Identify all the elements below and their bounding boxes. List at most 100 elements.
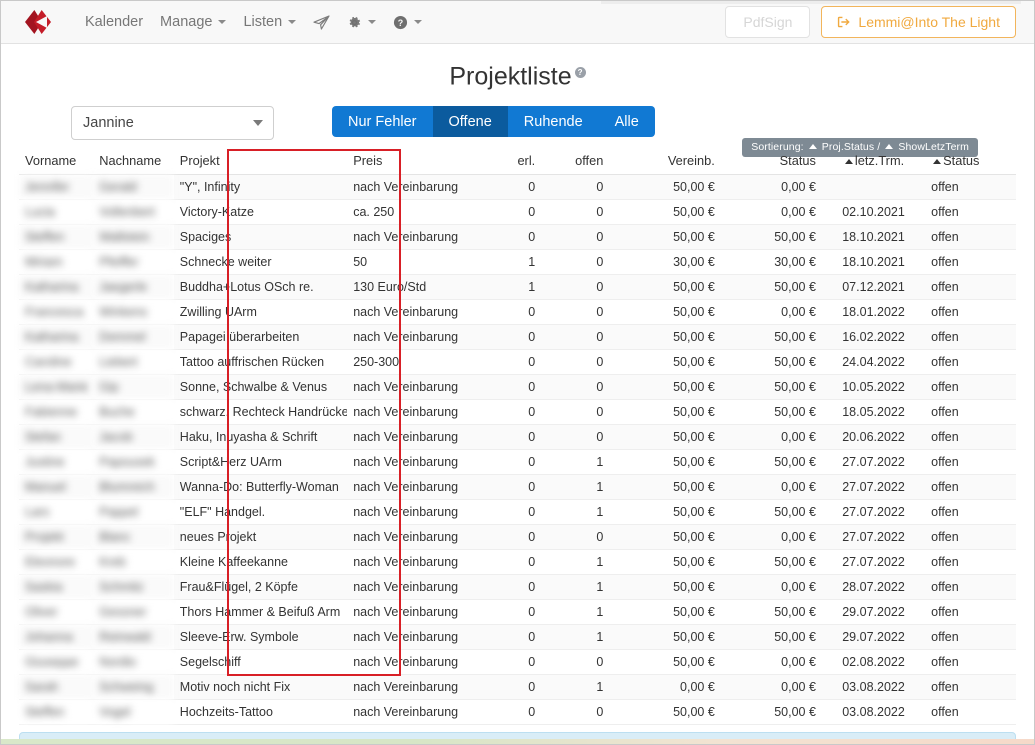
column-header-status[interactable]: Status: [720, 149, 822, 176]
cell-preis: nach Vereinbarung: [347, 499, 484, 526]
cell-erl: 0: [483, 224, 542, 251]
cell-vorname: Saskia: [19, 574, 94, 601]
table-row[interactable]: Giuseppe Nordio Segelschiff nach Vereinbaru…: [19, 649, 1016, 676]
chevron-down-icon: [218, 20, 227, 24]
project-table-zone: Vorname Nachname Projekt Preis erl. offe…: [19, 149, 1016, 726]
cell-preis: nach Vereinbarung: [347, 549, 484, 576]
filter-ruhende[interactable]: Ruhende: [507, 106, 599, 138]
cell-status: 50,00 €: [720, 324, 822, 351]
column-header-status-word[interactable]: Status: [925, 149, 1016, 176]
cell-projekt: Spaciges: [173, 224, 348, 251]
cell-erl: 0: [483, 699, 542, 726]
column-header-offen[interactable]: offen: [541, 149, 610, 176]
table-row[interactable]: Francesca Winkens Zwilling UArm nach Verein…: [19, 299, 1016, 326]
cell-offen: 0: [541, 399, 610, 426]
cell-status-word: offen: [925, 524, 1016, 551]
column-header-letztrm-label: letz.Trm.: [854, 153, 905, 169]
cell-offen: 1: [541, 499, 610, 526]
cell-preis: nach Vereinbarung: [347, 424, 484, 451]
column-header-preis[interactable]: Preis: [347, 149, 484, 176]
table-row[interactable]: Justine Papousek Script&Herz UArm nach Vere…: [19, 449, 1016, 476]
table-row[interactable]: Fabienne Buche schwarz. Rechteck Handrücke…: [19, 399, 1016, 426]
cell-erl: 0: [483, 324, 542, 351]
cell-nachname: Blumreich: [93, 474, 174, 501]
cell-offen: 0: [541, 424, 610, 451]
nav-item-listen[interactable]: Listen: [243, 14, 297, 30]
cell-vereinb: 50,00 €: [609, 399, 721, 426]
top-navbar: Kalender Manage Listen ? PdfSign Lemmi@I…: [1, 1, 1034, 44]
table-row[interactable]: Sarah Schweing Motiv noch nicht Fix nach Ve…: [19, 674, 1016, 701]
paper-plane-icon[interactable]: [313, 14, 330, 30]
cell-status: 50,00 €: [720, 624, 822, 651]
column-header-vorname[interactable]: Vorname: [19, 149, 94, 176]
cell-projekt: Kleine Kaffeekanne: [173, 549, 348, 576]
table-row[interactable]: Projekt Blanc neues Projekt nach Vereinbaru…: [19, 524, 1016, 551]
column-header-projekt[interactable]: Projekt: [173, 149, 348, 176]
cell-letztrm: 27.07.2022: [821, 524, 926, 551]
cell-vorname: Francesca: [19, 299, 94, 326]
user-account-label: Lemmi@Into The Light: [858, 14, 1000, 30]
table-row[interactable]: Katharina Demmel Papagei überarbeiten nach …: [19, 324, 1016, 351]
cell-status-word: offen: [925, 324, 1016, 351]
cell-preis: nach Vereinbarung: [347, 474, 484, 501]
cell-nachname: Gerald: [93, 174, 174, 201]
table-row[interactable]: Steffen Wallstein Spaciges nach Vereinbarun…: [19, 224, 1016, 251]
cell-vereinb: 50,00 €: [609, 574, 721, 601]
table-row[interactable]: Steffen Vogel Hochzeits-Tattoo nach Vereinb…: [19, 699, 1016, 726]
cell-preis: nach Vereinbarung: [347, 224, 484, 251]
question-circle-icon[interactable]: ?: [393, 15, 423, 30]
column-header-nachname[interactable]: Nachname: [93, 149, 174, 176]
cell-letztrm: 20.06.2022: [821, 424, 926, 451]
cell-letztrm: 03.08.2022: [821, 674, 926, 701]
nav-item-manage[interactable]: Manage: [160, 14, 227, 30]
pdfsign-button[interactable]: PdfSign: [725, 6, 811, 38]
table-row[interactable]: Katharina Jaegerle Buddha+Lotus OSch re. 13…: [19, 274, 1016, 301]
cell-erl: 0: [483, 374, 542, 401]
table-row[interactable]: Lars Pappel "ELF" Handgel. nach Vereinbarun…: [19, 499, 1016, 526]
cell-nachname: Blanc: [93, 524, 174, 551]
table-row[interactable]: Lucia Vollenbert Victory-Katze ca. 250 0 0 50,…: [19, 199, 1016, 226]
column-header-letztrm[interactable]: letz.Trm.: [821, 149, 926, 176]
table-row[interactable]: Saskia Schmitz Frau&Flügel, 2 Köpfe nach Ve…: [19, 574, 1016, 601]
table-row[interactable]: Miriam Pfeiffer Schnecke weiter 50 1 0 30,00 €…: [19, 249, 1016, 276]
cell-vorname: Miriam: [19, 249, 94, 276]
cell-vorname: Jennifer: [19, 174, 94, 201]
cell-erl: 0: [483, 174, 542, 201]
question-circle-glyph: ?: [394, 15, 408, 29]
table-row[interactable]: Manuel Blumreich Wanna-Do: Butterfly-Woman…: [19, 474, 1016, 501]
table-row[interactable]: Caroline Liebert Tattoo auffrischen Rücken…: [19, 349, 1016, 376]
cell-status-word: offen: [925, 599, 1016, 626]
column-header-erl[interactable]: erl.: [483, 149, 542, 176]
cell-status-word: offen: [925, 374, 1016, 401]
diamond-logo[interactable]: [25, 7, 59, 37]
table-row[interactable]: Oliver Gessner Thors Hammer & Beifuß Arm na…: [19, 599, 1016, 626]
table-row[interactable]: Eleonore Kreb Kleine Kaffeekanne nach Verei…: [19, 549, 1016, 576]
filter-nur-fehler[interactable]: Nur Fehler: [332, 106, 433, 138]
page-title: Projektliste?: [19, 56, 1016, 93]
help-circle-icon[interactable]: ?: [574, 56, 586, 90]
cell-offen: 0: [541, 274, 610, 301]
cell-vereinb: 30,00 €: [609, 249, 721, 276]
table-row[interactable]: Lena-Marie Gip Sonne, Schwalbe & Venus nach…: [19, 374, 1016, 401]
filter-offene[interactable]: Offene: [432, 106, 508, 138]
column-header-vereinb[interactable]: Vereinb.: [609, 149, 721, 176]
cell-nachname: Vogel: [93, 699, 174, 726]
cell-projekt: Sleeve-Erw. Symbole: [173, 624, 348, 651]
person-select[interactable]: Jannine: [71, 106, 274, 141]
cell-letztrm: 24.04.2022: [821, 349, 926, 376]
gear-icon[interactable]: [347, 15, 377, 30]
cell-status: 50,00 €: [720, 374, 822, 401]
cell-erl: 0: [483, 199, 542, 226]
user-account-button[interactable]: Lemmi@Into The Light: [821, 6, 1016, 38]
cell-offen: 1: [541, 674, 610, 701]
cell-erl: 0: [483, 524, 542, 551]
cell-projekt: "Y", Infinity: [173, 174, 348, 201]
cell-letztrm: [821, 174, 926, 201]
cell-vereinb: 50,00 €: [609, 524, 721, 551]
table-row[interactable]: Jennifer Gerald "Y", Infinity nach Vereinba…: [19, 174, 1016, 201]
filter-alle[interactable]: Alle: [598, 106, 655, 138]
cell-nachname: Nordio: [93, 649, 174, 676]
nav-item-kalender[interactable]: Kalender: [85, 14, 143, 30]
table-row[interactable]: Stefan Jacob Haku, Inuyasha & Schrift nach …: [19, 424, 1016, 451]
table-row[interactable]: Johanna Reinwald Sleeve-Erw. Symbole nach V…: [19, 624, 1016, 651]
